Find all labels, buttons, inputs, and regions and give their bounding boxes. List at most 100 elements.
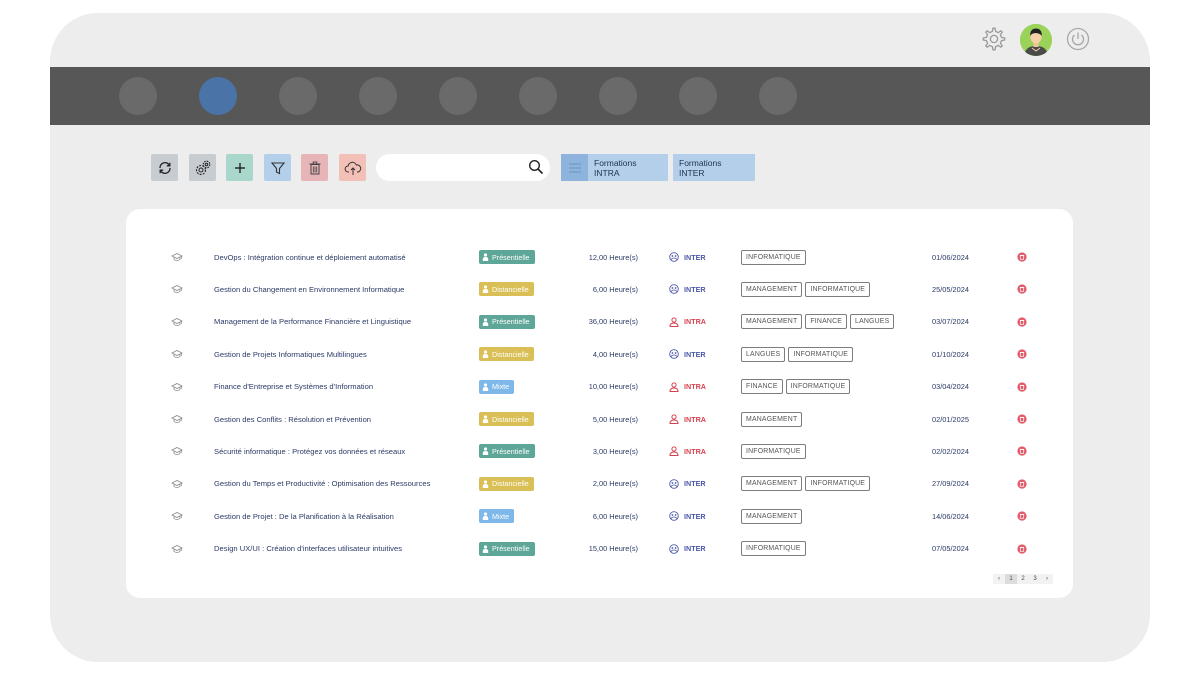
tab-formations-inter[interactable]: Formations INTER — [673, 154, 755, 181]
table-row[interactable]: Management de la Performance Financière … — [126, 312, 1073, 332]
table-row[interactable]: DevOps : Intégration continue et déploie… — [126, 247, 1073, 267]
delete-icon[interactable] — [1016, 312, 1028, 332]
formation-title[interactable]: Sécurité informatique : Protégez vos don… — [214, 441, 405, 461]
delete-icon[interactable] — [1016, 409, 1028, 429]
formation-date: 02/01/2025 — [932, 414, 969, 424]
formation-title[interactable]: DevOps : Intégration continue et déploie… — [214, 247, 406, 267]
formation-title[interactable]: Gestion des Conflits : Résolution et Pré… — [214, 409, 371, 429]
table-row[interactable]: Gestion du Changement en Environnement I… — [126, 279, 1073, 299]
delete-button[interactable] — [301, 154, 328, 181]
mode-label: Distancielle — [492, 479, 529, 489]
user-avatar[interactable] — [1020, 24, 1052, 56]
type-text: INTRA — [684, 414, 706, 424]
type-label: INTER — [669, 539, 706, 559]
formation-title[interactable]: Management de la Performance Financière … — [214, 312, 411, 332]
mode-label: Distancielle — [492, 414, 529, 424]
gears-icon — [195, 160, 210, 175]
pagination-next[interactable]: › — [1041, 574, 1053, 584]
duration: 6,00 Heure(s) — [592, 511, 638, 521]
formation-date: 01/10/2024 — [932, 349, 969, 359]
plus-icon — [234, 162, 245, 173]
nav-item-9[interactable] — [759, 77, 797, 115]
list-view-button[interactable] — [561, 154, 588, 181]
person-icon — [482, 253, 489, 261]
nav-item-8[interactable] — [679, 77, 717, 115]
table-row[interactable]: Sécurité informatique : Protégez vos don… — [126, 441, 1073, 461]
type-label: INTRA — [669, 312, 706, 332]
formation-title[interactable]: Gestion de Projet : De la Planification … — [214, 506, 394, 526]
graduation-cap-icon — [170, 279, 184, 299]
upload-button[interactable] — [339, 154, 366, 181]
formation-title[interactable]: Gestion du Temps et Productivité : Optim… — [214, 474, 430, 494]
table-row[interactable]: Gestion de Projets Informatiques Multili… — [126, 344, 1073, 364]
top-bar — [50, 13, 1150, 67]
tag-list: FINANCE INFORMATIQUE — [741, 377, 851, 397]
pagination-prev[interactable]: ‹ — [993, 574, 1005, 584]
add-button[interactable] — [226, 154, 253, 181]
filter-button[interactable] — [264, 154, 291, 181]
formation-title[interactable]: Finance d'Entreprise et Systèmes d'Infor… — [214, 377, 373, 397]
nav-item-4[interactable] — [359, 77, 397, 115]
category-tag: MANAGEMENT — [741, 476, 803, 492]
table-row[interactable]: Gestion de Projet : De la Planification … — [126, 506, 1073, 526]
nav-item-1[interactable] — [119, 77, 157, 115]
pagination-page-3[interactable]: 3 — [1029, 574, 1041, 584]
category-tag: FINANCE — [805, 314, 848, 330]
tab-formations-intra[interactable]: Formations INTRA — [588, 154, 668, 181]
graduation-cap-icon — [170, 539, 184, 559]
search-input[interactable] — [376, 154, 550, 181]
category-tag: INFORMATIQUE — [741, 443, 806, 459]
delete-icon[interactable] — [1016, 441, 1028, 461]
duration: 2,00 Heure(s) — [592, 479, 638, 489]
delete-icon[interactable] — [1016, 344, 1028, 364]
formation-title[interactable]: Gestion de Projets Informatiques Multili… — [214, 344, 367, 364]
formation-date: 03/04/2024 — [932, 382, 969, 392]
type-text: INTER — [684, 284, 706, 294]
delete-icon[interactable] — [1016, 539, 1028, 559]
search-icon[interactable] — [528, 159, 544, 175]
power-icon[interactable] — [1063, 24, 1093, 54]
delete-icon[interactable] — [1016, 247, 1028, 267]
category-tag: LANGUES — [741, 346, 786, 362]
nav-item-2[interactable] — [199, 77, 237, 115]
type-label: INTRA — [669, 441, 706, 461]
settings-button[interactable] — [189, 154, 216, 181]
duration: 4,00 Heure(s) — [592, 349, 638, 359]
graduation-cap-icon — [170, 247, 184, 267]
user-icon — [669, 381, 679, 392]
table-row[interactable]: Gestion des Conflits : Résolution et Pré… — [126, 409, 1073, 429]
pagination-page-2[interactable]: 2 — [1017, 574, 1029, 584]
nav-item-5[interactable] — [439, 77, 477, 115]
graduation-cap-icon — [170, 409, 184, 429]
gear-icon[interactable] — [979, 24, 1009, 54]
duration: 10,00 Heure(s) — [588, 382, 638, 392]
graduation-cap-icon — [170, 506, 184, 526]
duration: 5,00 Heure(s) — [592, 414, 638, 424]
type-label: INTRA — [669, 377, 706, 397]
mode-badge: Distancielle — [479, 412, 534, 426]
table-row[interactable]: Design UX/UI : Création d'interfaces uti… — [126, 539, 1073, 559]
pagination-page-1[interactable]: 1 — [1005, 574, 1017, 584]
delete-icon[interactable] — [1016, 377, 1028, 397]
formation-title[interactable]: Gestion du Changement en Environnement I… — [214, 279, 404, 299]
filter-icon — [270, 161, 285, 174]
formation-date: 14/06/2024 — [932, 511, 969, 521]
nav-item-6[interactable] — [519, 77, 557, 115]
delete-icon[interactable] — [1016, 474, 1028, 494]
formations-list-card: DevOps : Intégration continue et déploie… — [126, 209, 1073, 598]
nav-item-3[interactable] — [279, 77, 317, 115]
delete-icon[interactable] — [1016, 279, 1028, 299]
delete-icon[interactable] — [1016, 506, 1028, 526]
cloud-upload-icon — [344, 161, 361, 175]
tag-list: INFORMATIQUE — [741, 539, 806, 559]
formation-title[interactable]: Design UX/UI : Création d'interfaces uti… — [214, 539, 402, 559]
graduation-cap-icon — [170, 312, 184, 332]
nav-item-7[interactable] — [599, 77, 637, 115]
table-row[interactable]: Finance d'Entreprise et Systèmes d'Infor… — [126, 377, 1073, 397]
table-row[interactable]: Gestion du Temps et Productivité : Optim… — [126, 474, 1073, 494]
mode-badge: Distancielle — [479, 282, 534, 297]
duration: 12,00 Heure(s) — [588, 252, 638, 262]
refresh-button[interactable] — [151, 154, 178, 181]
mode-label: Présentielle — [492, 544, 530, 554]
type-text: INTRA — [684, 382, 706, 392]
